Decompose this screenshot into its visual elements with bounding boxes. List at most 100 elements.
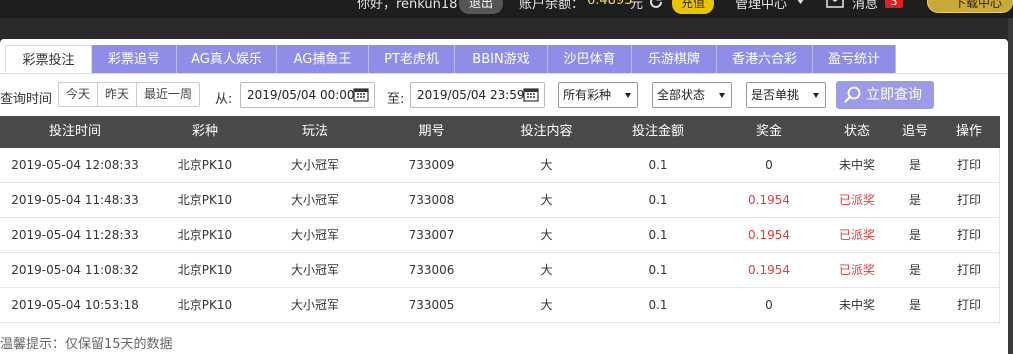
prize-cell: 0.1954 xyxy=(748,228,790,242)
tab-lottery-bets[interactable]: 彩票投注 xyxy=(5,45,92,74)
status-cell: 已派奖 xyxy=(838,193,875,207)
search-icon xyxy=(844,86,861,103)
bet-records-panel: 彩票投注 彩票追号 AG真人娱乐 AG捕鱼王 PT老虎机 BBIN游戏 沙巴体育… xyxy=(0,39,1008,354)
bet-time-cell: 2019-05-04 12:08:33 xyxy=(11,158,139,172)
print-link[interactable]: 打印 xyxy=(938,183,1000,218)
print-link[interactable]: 打印 xyxy=(938,253,1000,288)
issue-cell: 733006 xyxy=(408,263,455,277)
calendar-icon[interactable] xyxy=(523,86,539,102)
amount-cell: 0.1 xyxy=(648,158,668,172)
caret-down-icon xyxy=(719,93,725,98)
messages-link[interactable]: 消息 xyxy=(852,0,878,12)
lottery-type-value: 所有彩种 xyxy=(563,88,612,102)
balance-label: 账户余额： xyxy=(519,0,585,12)
right-edge xyxy=(1008,18,1013,354)
table-right-border xyxy=(999,148,1000,324)
lottery-cell: 北京PK10 xyxy=(177,298,233,312)
table-row: 2019-05-04 10:53:18 北京PK10 大小冠军 733005 大… xyxy=(0,288,1000,323)
calendar-icon[interactable] xyxy=(353,86,369,102)
status-cell: 未中奖 xyxy=(838,298,875,312)
tab-saba-sports[interactable]: 沙巴体育 xyxy=(548,45,632,74)
status-cell: 已派奖 xyxy=(838,228,875,242)
amount-cell: 0.1 xyxy=(648,193,668,207)
issue-cell: 733009 xyxy=(408,158,455,172)
chase-cell: 是 xyxy=(908,263,921,277)
to-label: 至: xyxy=(387,92,405,107)
issue-cell: 733005 xyxy=(408,298,455,312)
content-cell: 大 xyxy=(540,263,553,277)
amount-cell: 0.1 xyxy=(648,228,668,242)
col-chase: 追号 xyxy=(901,124,928,139)
range-yesterday-button[interactable]: 昨天 xyxy=(98,83,138,106)
greeting-text: 你好，renkun18 xyxy=(357,0,458,12)
col-action: 操作 xyxy=(955,124,982,139)
tab-ag-live[interactable]: AG真人娱乐 xyxy=(177,45,277,74)
table-row: 2019-05-04 11:48:33 北京PK10 大小冠军 733008 大… xyxy=(0,183,1000,218)
tab-divider xyxy=(0,73,1008,74)
prize-cell: 0 xyxy=(765,158,773,172)
play-cell: 大小冠军 xyxy=(290,228,339,242)
tab-lottery-chase[interactable]: 彩票追号 xyxy=(92,45,177,74)
table-row: 2019-05-04 11:08:32 北京PK10 大小冠军 733006 大… xyxy=(0,253,1000,288)
chase-cell: 是 xyxy=(908,158,921,172)
prize-cell: 0.1954 xyxy=(748,193,790,207)
lottery-cell: 北京PK10 xyxy=(177,193,233,207)
tab-bar: 彩票投注 彩票追号 AG真人娱乐 AG捕鱼王 PT老虎机 BBIN游戏 沙巴体育… xyxy=(5,45,896,74)
caret-down-icon xyxy=(813,93,819,98)
tab-bbin-games[interactable]: BBIN游戏 xyxy=(455,45,548,74)
print-link[interactable]: 打印 xyxy=(938,218,1000,253)
tab-leyou-chess[interactable]: 乐游棋牌 xyxy=(632,45,717,74)
col-amount: 投注金额 xyxy=(631,124,684,139)
recharge-button[interactable]: 充值 xyxy=(672,0,715,14)
download-center-button[interactable]: 下载中心 xyxy=(927,0,1013,13)
tab-pt-slots[interactable]: PT老虎机 xyxy=(369,45,455,74)
lottery-type-select[interactable]: 所有彩种 xyxy=(558,82,638,108)
col-issue: 期号 xyxy=(418,124,445,139)
issue-cell: 733008 xyxy=(408,193,455,207)
query-button-label: 立即查询 xyxy=(866,87,922,103)
col-content: 投注内容 xyxy=(520,124,573,139)
tab-hk-mark-six[interactable]: 香港六合彩 xyxy=(717,45,813,74)
col-lottery: 彩种 xyxy=(191,124,218,139)
col-bet-time: 投注时间 xyxy=(48,124,101,139)
single-pick-value: 是否单挑 xyxy=(751,88,800,102)
single-pick-select[interactable]: 是否单挑 xyxy=(746,82,826,108)
amount-cell: 0.1 xyxy=(648,298,668,312)
bet-time-cell: 2019-05-04 11:28:33 xyxy=(11,228,139,242)
content-cell: 大 xyxy=(540,158,553,172)
query-button[interactable]: 立即查询 xyxy=(836,81,934,109)
print-link[interactable]: 打印 xyxy=(938,148,1000,183)
tab-profit-loss[interactable]: 盈亏统计 xyxy=(813,45,896,74)
play-cell: 大小冠军 xyxy=(290,263,339,277)
content-cell: 大 xyxy=(540,228,553,242)
tab-ag-fishing[interactable]: AG捕鱼王 xyxy=(277,45,369,74)
logout-button[interactable]: 退出 xyxy=(459,0,504,14)
content-cell: 大 xyxy=(540,193,553,207)
chase-cell: 是 xyxy=(908,193,921,207)
bet-time-cell: 2019-05-04 10:53:18 xyxy=(11,298,139,312)
quick-range-group: 今天 昨天 最近一周 xyxy=(58,82,201,107)
col-status: 状态 xyxy=(843,124,870,139)
currency-label: 元 xyxy=(630,0,644,12)
table-row: 2019-05-04 11:28:33 北京PK10 大小冠军 733007 大… xyxy=(0,218,1000,253)
status-select[interactable]: 全部状态 xyxy=(652,82,732,108)
print-link[interactable]: 打印 xyxy=(938,288,1000,323)
manage-center-menu[interactable]: 管理中心 xyxy=(735,0,787,12)
status-cell: 已派奖 xyxy=(838,263,875,277)
prize-cell: 0 xyxy=(765,298,773,312)
refresh-icon[interactable] xyxy=(648,0,664,10)
status-value: 全部状态 xyxy=(657,88,706,102)
bet-time-cell: 2019-05-04 11:08:32 xyxy=(11,263,139,277)
range-today-button[interactable]: 今天 xyxy=(59,83,99,106)
lottery-cell: 北京PK10 xyxy=(177,263,233,277)
query-time-label: 查询时间 xyxy=(0,92,53,107)
play-cell: 大小冠军 xyxy=(290,298,339,312)
range-week-button[interactable]: 最近一周 xyxy=(137,83,199,106)
mail-icon[interactable] xyxy=(826,0,844,8)
play-cell: 大小冠军 xyxy=(290,158,339,172)
amount-cell: 0.1 xyxy=(648,263,668,277)
lottery-cell: 北京PK10 xyxy=(177,158,233,172)
play-cell: 大小冠军 xyxy=(290,193,339,207)
chase-cell: 是 xyxy=(908,298,921,312)
chevron-down-icon xyxy=(797,0,804,4)
